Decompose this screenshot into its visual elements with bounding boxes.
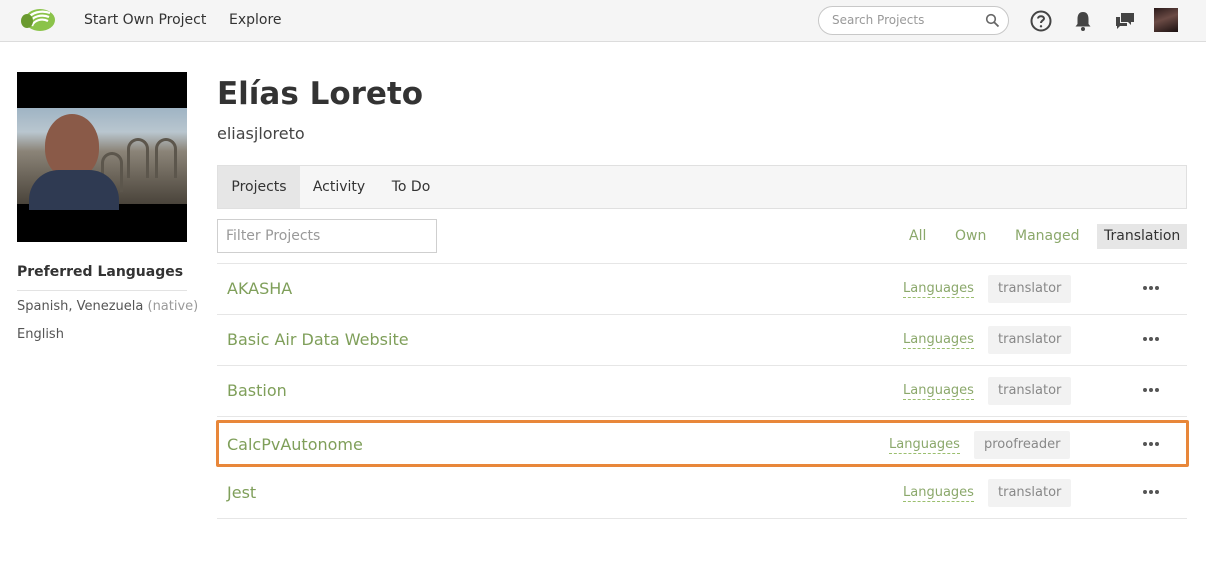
more-options-icon[interactable]	[1138, 377, 1164, 403]
language-name: Spanish, Venezuela	[17, 299, 144, 314]
more-options-icon[interactable]	[1138, 479, 1164, 505]
nav-start-own-project-link[interactable]: Start Own Project	[84, 12, 206, 28]
project-row: Jest Languages translator	[217, 468, 1187, 519]
help-icon[interactable]	[1029, 9, 1053, 33]
profile-tabs: Projects Activity To Do	[217, 165, 1187, 209]
project-row: AKASHA Languages translator	[217, 264, 1187, 315]
more-options-icon[interactable]	[1138, 431, 1164, 457]
project-row: Bastion Languages translator	[217, 366, 1187, 417]
filter-translation[interactable]: Translation	[1097, 224, 1188, 249]
language-item: English	[17, 327, 64, 342]
nav-explore-link[interactable]: Explore	[229, 12, 282, 28]
project-name-link[interactable]: Bastion	[227, 381, 287, 400]
project-name-link[interactable]: Basic Air Data Website	[227, 330, 409, 349]
bell-icon[interactable]	[1071, 9, 1095, 33]
language-item: Spanish, Venezuela (native)	[17, 299, 198, 314]
project-languages-link[interactable]: Languages	[903, 383, 974, 400]
divider	[17, 290, 187, 291]
project-role-badge: translator	[988, 326, 1072, 354]
filter-projects-box	[217, 219, 437, 253]
filter-own[interactable]: Own	[948, 224, 993, 249]
profile-username: eliasjloreto	[217, 124, 305, 143]
project-role-badge: translator	[988, 275, 1072, 303]
tab-todo[interactable]: To Do	[378, 166, 444, 208]
tab-activity[interactable]: Activity	[302, 166, 376, 208]
project-role-badge: translator	[988, 479, 1072, 507]
preferred-languages-title: Preferred Languages	[17, 264, 184, 280]
chat-icon[interactable]	[1113, 9, 1137, 33]
profile-picture	[17, 72, 187, 242]
more-options-icon[interactable]	[1138, 275, 1164, 301]
project-row-highlighted: CalcPvAutonome Languages proofreader	[216, 420, 1189, 467]
top-navigation-bar: Start Own Project Explore	[0, 0, 1206, 42]
project-name-link[interactable]: AKASHA	[227, 279, 292, 298]
project-row: Basic Air Data Website Languages transla…	[217, 315, 1187, 366]
language-note: (native)	[147, 299, 199, 314]
project-languages-link[interactable]: Languages	[903, 281, 974, 298]
project-role-badge: translator	[988, 377, 1072, 405]
project-role-badge: proofreader	[974, 431, 1071, 459]
profile-name: Elías Loreto	[217, 76, 424, 112]
filter-all[interactable]: All	[902, 224, 933, 249]
project-languages-link[interactable]: Languages	[903, 485, 974, 502]
tab-projects[interactable]: Projects	[218, 166, 300, 208]
search-box	[818, 6, 1009, 35]
filter-projects-input[interactable]	[226, 228, 426, 244]
search-projects-input[interactable]	[832, 13, 982, 27]
user-avatar[interactable]	[1154, 8, 1178, 32]
more-options-icon[interactable]	[1138, 326, 1164, 352]
language-name: English	[17, 327, 64, 342]
project-name-link[interactable]: CalcPvAutonome	[227, 435, 363, 454]
search-icon[interactable]	[985, 13, 1000, 28]
project-languages-link[interactable]: Languages	[903, 332, 974, 349]
filter-managed[interactable]: Managed	[1008, 224, 1087, 249]
project-name-link[interactable]: Jest	[227, 483, 256, 502]
app-logo-icon[interactable]	[20, 7, 56, 33]
project-languages-link[interactable]: Languages	[889, 437, 960, 454]
